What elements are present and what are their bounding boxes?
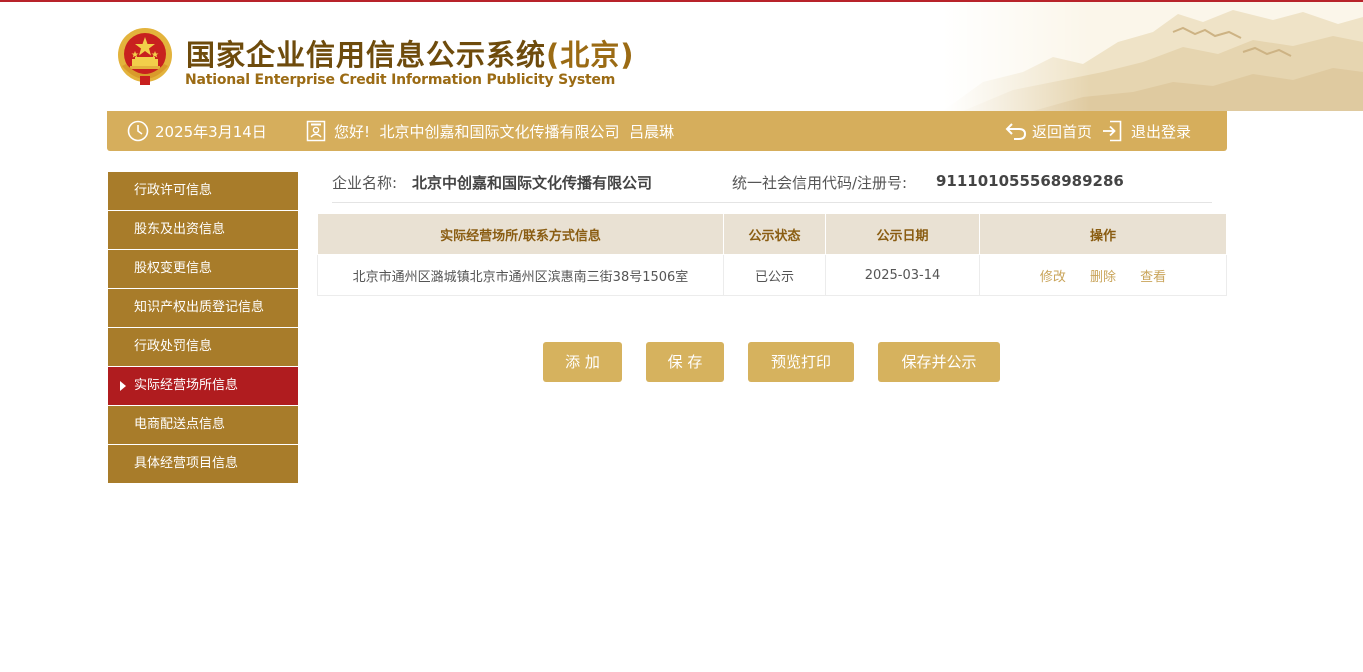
sidebar-item-equity-change[interactable]: 股权变更信息 xyxy=(108,250,298,288)
sidebar-item-label: 知识产权出质登记信息 xyxy=(134,300,265,315)
active-arrow-icon xyxy=(120,381,126,391)
return-arrow-icon xyxy=(1005,121,1027,141)
id-card-icon xyxy=(306,120,326,142)
logout-icon xyxy=(1102,120,1122,142)
sidebar-item-label: 具体经营项目信息 xyxy=(134,456,239,471)
table-row: 北京市通州区潞城镇北京市通州区滨惠南三街38号1506室 已公示 2025-03… xyxy=(317,254,1227,296)
company-name-value: 北京中创嘉和国际文化传播有限公司 xyxy=(412,174,653,192)
sidebar-item-ip-pledge[interactable]: 知识产权出质登记信息 xyxy=(108,289,298,327)
credit-code-value: 911101055568989286 xyxy=(936,172,1124,190)
sidebar-item-label: 股权变更信息 xyxy=(134,261,213,276)
current-date: 2025年3月14日 xyxy=(155,122,267,141)
greeting-display: 您好! 北京中创嘉和国际文化传播有限公司 吕晨琳 xyxy=(306,111,674,151)
date-display: 2025年3月14日 xyxy=(127,111,267,151)
sidebar-item-label: 实际经营场所信息 xyxy=(134,378,239,393)
sidebar-nav: 行政许可信息 股东及出资信息 股权变更信息 知识产权出质登记信息 行政处罚信息 … xyxy=(108,172,298,484)
company-name-label: 企业名称: xyxy=(332,174,398,192)
table-header-row: 实际经营场所/联系方式信息 公示状态 公示日期 操作 xyxy=(317,213,1227,255)
site-header: 国家企业信用信息公示系统(北京) National Enterprise Cre… xyxy=(0,2,1363,111)
cell-date: 2025-03-14 xyxy=(825,254,980,296)
user-greeting: 您好! 北京中创嘉和国际文化传播有限公司 吕晨琳 xyxy=(334,122,675,141)
sidebar-item-label: 行政许可信息 xyxy=(134,183,213,198)
edit-link[interactable]: 修改 xyxy=(1040,270,1066,285)
sidebar-item-label: 股东及出资信息 xyxy=(134,222,226,237)
add-button[interactable]: 添 加 xyxy=(543,342,622,382)
view-link[interactable]: 查看 xyxy=(1140,270,1166,285)
user-info-bar: 2025年3月14日 您好! 北京中创嘉和国际文化传播有限公司 吕晨琳 返回首页… xyxy=(107,111,1227,151)
site-title-region: (北京) xyxy=(546,38,635,72)
clock-icon xyxy=(127,120,149,142)
sidebar-item-ecommerce-delivery[interactable]: 电商配送点信息 xyxy=(108,406,298,444)
company-info-line: 企业名称: 北京中创嘉和国际文化传播有限公司 统一社会信用代码/注册号: 911… xyxy=(332,172,1212,203)
home-link-label: 返回首页 xyxy=(1032,122,1093,141)
column-header-actions: 操作 xyxy=(979,213,1227,255)
preview-print-button[interactable]: 预览打印 xyxy=(748,342,854,382)
column-header-address: 实际经营场所/联系方式信息 xyxy=(317,213,724,255)
save-button[interactable]: 保 存 xyxy=(646,342,724,382)
premises-table: 实际经营场所/联系方式信息 公示状态 公示日期 操作 北京市通州区潞城镇北京市通… xyxy=(317,213,1227,296)
mountain-background-image xyxy=(943,2,1363,111)
logout-link[interactable]: 退出登录 xyxy=(1102,111,1191,151)
column-header-status: 公示状态 xyxy=(723,213,826,255)
sidebar-item-business-projects[interactable]: 具体经营项目信息 xyxy=(108,445,298,483)
save-publish-button[interactable]: 保存并公示 xyxy=(878,342,1000,382)
sidebar-item-admin-penalty[interactable]: 行政处罚信息 xyxy=(108,328,298,366)
cell-actions: 修改 删除 查看 xyxy=(979,254,1227,296)
sidebar-item-business-premises[interactable]: 实际经营场所信息 xyxy=(108,367,298,405)
sidebar-item-label: 电商配送点信息 xyxy=(134,417,226,432)
logout-link-label: 退出登录 xyxy=(1131,122,1192,141)
sidebar-item-shareholders[interactable]: 股东及出资信息 xyxy=(108,211,298,249)
national-emblem-icon xyxy=(116,26,174,88)
home-link[interactable]: 返回首页 xyxy=(1005,111,1092,151)
column-header-date: 公示日期 xyxy=(825,213,980,255)
site-title-main: 国家企业信用信息公示系统 xyxy=(186,38,547,72)
site-title: 国家企业信用信息公示系统(北京) xyxy=(186,32,635,74)
delete-link[interactable]: 删除 xyxy=(1090,270,1116,285)
sidebar-item-label: 行政处罚信息 xyxy=(134,339,213,354)
site-title-english: National Enterprise Credit Information P… xyxy=(185,72,616,88)
credit-code-label: 统一社会信用代码/注册号: xyxy=(732,174,908,192)
cell-address: 北京市通州区潞城镇北京市通州区滨惠南三街38号1506室 xyxy=(317,254,724,296)
cell-status: 已公示 xyxy=(723,254,826,296)
sidebar-item-admin-license[interactable]: 行政许可信息 xyxy=(108,172,298,210)
